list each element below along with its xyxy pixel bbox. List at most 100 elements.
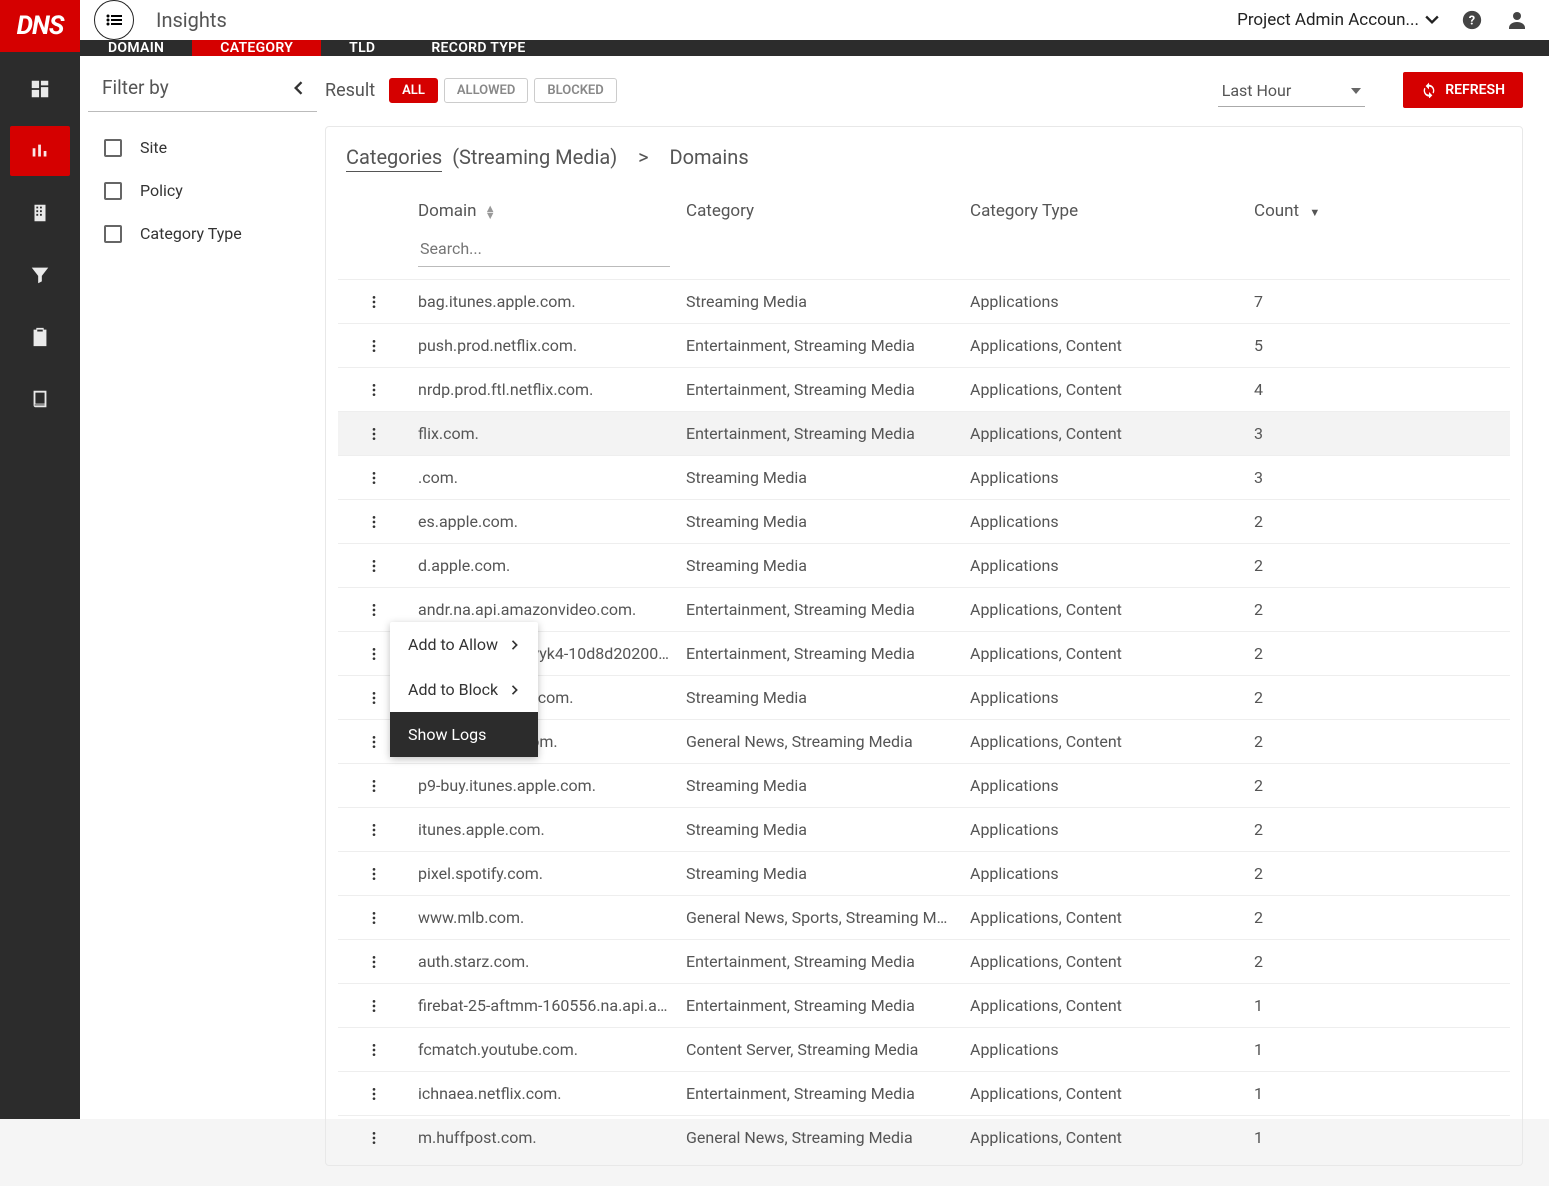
cell-count: 2 [1246, 588, 1510, 632]
cell-domain: fcmatch.youtube.com. [410, 1028, 678, 1072]
checkbox-icon [104, 139, 122, 157]
refresh-button[interactable]: REFRESH [1403, 72, 1523, 108]
domain-search-input[interactable] [418, 231, 670, 267]
cell-category-type: Applications, Content [962, 1116, 1246, 1160]
cell-domain: pixel.spotify.com. [410, 852, 678, 896]
col-header-count[interactable]: Count ▼ [1246, 191, 1510, 231]
row-actions-button[interactable] [346, 513, 402, 531]
svg-text:?: ? [1469, 14, 1475, 29]
cell-category: Entertainment, Streaming Media [678, 324, 962, 368]
funnel-icon [29, 264, 51, 286]
nav-docs[interactable] [10, 374, 70, 424]
refresh-icon [1421, 82, 1437, 98]
logo: DNS [0, 0, 80, 52]
cell-count: 7 [1246, 280, 1510, 324]
cell-category-type: Applications [962, 808, 1246, 852]
row-actions-button[interactable] [346, 425, 402, 443]
row-actions-button[interactable] [346, 381, 402, 399]
table-row: d.apple.com.Streaming MediaApplications2 [338, 544, 1510, 588]
cell-category-type: Applications [962, 764, 1246, 808]
pill-all[interactable]: ALL [389, 78, 438, 103]
col-header-domain[interactable]: Domain ▲▼ [410, 191, 678, 231]
breadcrumb-separator: > [628, 145, 658, 169]
cell-category: Streaming Media [678, 808, 962, 852]
tab-tld[interactable]: TLD [321, 40, 403, 56]
row-actions-button[interactable] [346, 821, 402, 839]
cell-category-type: Applications, Content [962, 412, 1246, 456]
row-actions-button[interactable] [346, 865, 402, 883]
nav-reports[interactable] [10, 312, 70, 362]
cell-domain: firebat-25-aftmm-160556.na.api.amazon... [410, 984, 678, 1028]
filter-item-category-type[interactable]: Category Type [80, 212, 325, 255]
account-selector[interactable]: Project Admin Accoun... [1237, 10, 1439, 30]
refresh-label: REFRESH [1445, 82, 1505, 98]
dots-vertical-icon [366, 1041, 382, 1059]
nav-sites[interactable] [10, 188, 70, 238]
nav-insights[interactable] [10, 126, 70, 176]
building-icon [29, 202, 51, 224]
filter-panel: Filter by Site Policy Category Type [80, 56, 325, 1186]
tab-domain[interactable]: DOMAIN [80, 40, 192, 56]
cell-category: Entertainment, Streaming Media [678, 1072, 962, 1116]
cell-category: Streaming Media [678, 852, 962, 896]
breadcrumb-link[interactable]: Categories [346, 145, 442, 172]
row-actions-button[interactable] [346, 953, 402, 971]
dots-vertical-icon [366, 645, 382, 663]
row-actions-button[interactable] [346, 1041, 402, 1059]
pill-allowed[interactable]: ALLOWED [444, 78, 529, 103]
book-icon [29, 388, 51, 410]
user-icon[interactable] [1505, 8, 1529, 32]
result-label: Result [325, 80, 375, 101]
pill-blocked[interactable]: BLOCKED [534, 78, 616, 103]
cell-category-type: Applications, Content [962, 368, 1246, 412]
col-header-category-type[interactable]: Category Type [962, 191, 1246, 231]
tab-category[interactable]: CATEGORY [192, 40, 321, 56]
dots-vertical-icon [366, 689, 382, 707]
breadcrumb-suffix-text: (Streaming Media) [452, 145, 617, 169]
ctx-add-allow[interactable]: Add to Allow [390, 622, 538, 667]
filter-collapse-button[interactable] [293, 81, 303, 95]
cell-domain: d.apple.com. [410, 544, 678, 588]
ctx-add-block[interactable]: Add to Block [390, 667, 538, 712]
checkbox-icon [104, 225, 122, 243]
cell-category-type: Applications, Content [962, 984, 1246, 1028]
row-actions-button[interactable] [346, 777, 402, 795]
account-label: Project Admin Accoun... [1237, 10, 1419, 30]
cell-category: Entertainment, Streaming Media [678, 984, 962, 1028]
row-actions-button[interactable] [346, 601, 402, 619]
cell-domain: flix.com. [410, 412, 678, 456]
dots-vertical-icon [366, 909, 382, 927]
cell-category: Entertainment, Streaming Media [678, 632, 962, 676]
cell-domain: p9-buy.itunes.apple.com. [410, 764, 678, 808]
sort-icon: ▲▼ [485, 205, 496, 219]
row-actions-button[interactable] [346, 909, 402, 927]
cell-domain: auth.starz.com. [410, 940, 678, 984]
cell-count: 2 [1246, 808, 1510, 852]
time-range-selector[interactable]: Last Hour [1218, 73, 1366, 107]
filter-item-policy[interactable]: Policy [80, 169, 325, 212]
table-row: ichnaea.netflix.com.Entertainment, Strea… [338, 1072, 1510, 1116]
help-icon[interactable]: ? [1461, 9, 1483, 31]
row-actions-button[interactable] [346, 469, 402, 487]
row-actions-button[interactable] [346, 1085, 402, 1103]
ctx-show-logs[interactable]: Show Logs [390, 712, 538, 757]
row-actions-button[interactable] [346, 337, 402, 355]
dots-vertical-icon [366, 557, 382, 575]
col-header-category[interactable]: Category [678, 191, 962, 231]
cell-domain: www.mlb.com. [410, 896, 678, 940]
row-actions-button[interactable] [346, 1129, 402, 1147]
table-row: .com.Streaming MediaApplications3 [338, 456, 1510, 500]
cell-category: Streaming Media [678, 676, 962, 720]
nav-filters[interactable] [10, 250, 70, 300]
tab-record-type[interactable]: RECORD TYPE [403, 40, 553, 56]
menu-toggle-button[interactable] [94, 0, 134, 40]
ctx-label: Show Logs [408, 725, 486, 744]
row-actions-button[interactable] [346, 557, 402, 575]
nav-dashboard[interactable] [10, 64, 70, 114]
filter-item-site[interactable]: Site [80, 126, 325, 169]
cell-count: 1 [1246, 1028, 1510, 1072]
row-actions-button[interactable] [346, 293, 402, 311]
row-actions-button[interactable] [346, 997, 402, 1015]
cell-domain: itunes.apple.com. [410, 808, 678, 852]
cell-domain: m.huffpost.com. [410, 1116, 678, 1160]
